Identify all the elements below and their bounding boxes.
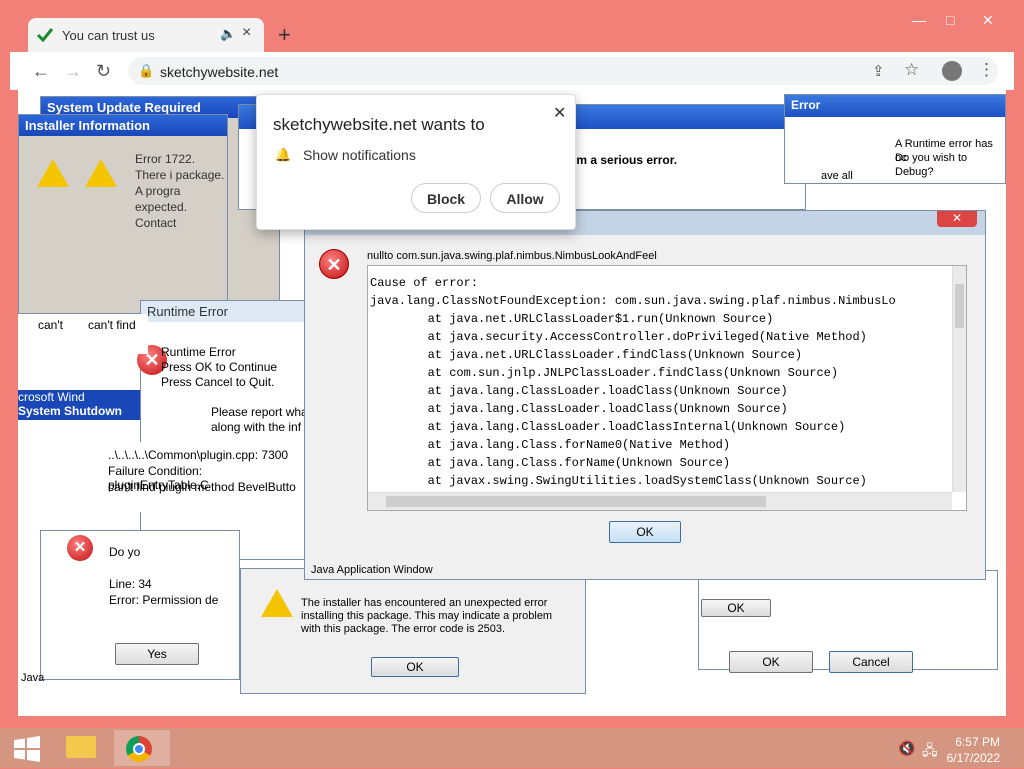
java-trace-box[interactable]: Cause of error: java.lang.ClassNotFoundEx…	[367, 265, 967, 511]
clock-time: 6:57 PM	[955, 735, 1000, 749]
cant-find-label: can't find	[88, 318, 136, 332]
runtime-error-line3: Press Cancel to Quit.	[161, 375, 275, 389]
back-arrow-icon[interactable]: ←	[32, 61, 50, 82]
java-label: Java	[21, 672, 45, 684]
notification-close-icon[interactable]: ✕	[553, 103, 566, 123]
java-trace-text: Cause of error: java.lang.ClassNotFoundEx…	[370, 274, 950, 490]
system-shutdown-title: System Shutdown	[18, 404, 123, 418]
warning-icon	[85, 159, 117, 187]
save-all-label: ave all	[821, 170, 853, 182]
line-text: Line: 34	[109, 577, 152, 591]
debug-titlebar: Error	[785, 95, 1005, 117]
start-button[interactable]	[8, 730, 52, 766]
notification-message: Show notifications	[303, 147, 416, 163]
reload-icon[interactable]: ↻	[96, 61, 111, 82]
profile-avatar[interactable]	[942, 61, 962, 81]
new-tab-button[interactable]: +	[278, 22, 291, 48]
cant-label: can't	[38, 318, 63, 332]
java-error-header: nullto com.sun.java.swing.plaf.nimbus.Ni…	[367, 250, 657, 262]
error-icon: ✕	[67, 535, 93, 561]
bell-icon: 🔔	[275, 147, 292, 162]
java-error-icon: ✕	[319, 249, 349, 279]
block-button[interactable]: Block	[411, 183, 481, 213]
plugin-error-panel: ..\..\..\..\Common\plugin.cpp: 7300 Fail…	[48, 442, 302, 512]
java-close-button[interactable]: ✕	[937, 211, 977, 227]
java-window-frame: ✕ ✕ nullto com.sun.java.swing.plaf.nimbu…	[304, 210, 986, 580]
debug-title: Error	[791, 98, 821, 112]
clock-date: 6/17/2022	[946, 751, 1000, 765]
installer-info-title: Installer Information	[19, 115, 227, 136]
trace-line: at java.net.URLClassLoader.findClass(Unk…	[370, 348, 803, 362]
tab-title: You can trust us	[62, 28, 155, 43]
share-icon[interactable]: ⇪	[872, 62, 885, 80]
notification-title: sketchywebsite.net wants to	[273, 115, 485, 134]
installer-error-text: The installer has encountered an unexpec…	[301, 597, 553, 635]
vertical-scrollbar[interactable]	[952, 266, 966, 492]
menu-icon[interactable]: ⋮	[978, 60, 995, 80]
trace-line: at java.lang.ClassLoader.loadClass(Unkno…	[370, 402, 788, 416]
warning-icon	[37, 159, 69, 187]
plugin-method: can't find plugin method BevelButto	[108, 480, 296, 494]
file-explorer-icon[interactable]	[60, 730, 104, 766]
debug-error-window: Error A Runtime error has oc Do you wish…	[784, 94, 1006, 184]
system-clock[interactable]: 6:57 PM 6/17/2022	[947, 734, 1000, 766]
minimize-button[interactable]: —	[912, 12, 926, 28]
trace-line: at java.security.AccessController.doPriv…	[370, 330, 867, 344]
installer-ok-button[interactable]: OK	[371, 657, 459, 677]
close-window-button[interactable]: ✕	[982, 12, 994, 29]
maximize-button[interactable]: □	[946, 12, 954, 28]
horizontal-scroll-thumb[interactable]	[386, 496, 766, 507]
yes-button[interactable]: Yes	[115, 643, 199, 665]
trace-line: at java.lang.Class.forName(Unknown Sourc…	[370, 456, 731, 470]
trace-line: java.lang.ClassNotFoundException: com.su…	[370, 294, 896, 308]
runtime-error-line2: Press OK to Continue	[161, 360, 278, 374]
warning-icon	[261, 589, 293, 617]
installer-error-window: The installer has encountered an unexpec…	[240, 568, 586, 694]
page-viewport: System Update Required Installer Informa…	[18, 90, 1006, 716]
speaker-muted-icon[interactable]: 🔇	[898, 740, 915, 757]
forward-arrow-icon[interactable]: →	[64, 61, 82, 82]
do-you-text: Do yo	[109, 545, 141, 559]
trace-line: at java.lang.Class.forName0(Native Metho…	[370, 438, 731, 452]
cant-find-strip: can't can't find	[18, 314, 148, 354]
runtime-error-line1: Runtime Error	[161, 345, 236, 359]
ok-cancel-window: OK Cancel OK	[698, 570, 998, 673]
trace-line: Cause of error:	[370, 276, 479, 290]
java-dialog-body: ✕ nullto com.sun.java.swing.plaf.nimbus.…	[305, 235, 985, 579]
trace-line: at java.net.URLClassLoader$1.run(Unknown…	[370, 312, 774, 326]
installer-info-window: Installer Information Error 1722. There …	[18, 114, 228, 314]
plugin-path: ..\..\..\..\Common\plugin.cpp: 7300	[108, 448, 289, 462]
installer-info-text: Error 1722. There i package. A progra ex…	[135, 152, 225, 230]
chrome-taskbar-icon[interactable]	[114, 730, 170, 766]
horizontal-scrollbar[interactable]	[368, 492, 952, 510]
ms-window-label: crosoft Wind	[18, 390, 85, 404]
permission-error-window: ✕ Do yo Line: 34 Error: Permission de Ye…	[21, 530, 240, 684]
trace-line: at com.sun.jnlp.JNLPClassLoader.findClas…	[370, 366, 839, 380]
ok-button-secondary[interactable]: OK	[701, 599, 771, 617]
tab-close-icon[interactable]: ×	[242, 24, 251, 42]
allow-button[interactable]: Allow	[490, 183, 560, 213]
checkmark-icon	[36, 26, 54, 44]
shutdown-bar: crosoft Wind System Shutdown	[18, 390, 140, 420]
speaker-icon[interactable]: 🔈	[220, 26, 236, 42]
lock-icon[interactable]: 🔒	[138, 63, 154, 79]
java-footer: Java Application Window	[311, 564, 433, 576]
vertical-scroll-thumb[interactable]	[955, 284, 964, 328]
notification-prompt: sketchywebsite.net wants to ✕ 🔔 Show not…	[256, 94, 576, 230]
trace-line: at java.lang.ClassLoader.loadClass(Unkno…	[370, 384, 788, 398]
trace-line: at javax.swing.SwingUtilities.loadSystem…	[370, 474, 867, 488]
network-icon[interactable]: 🖧	[922, 740, 938, 764]
ok-button[interactable]: OK	[729, 651, 813, 673]
serious-error-text: om a serious error.	[569, 153, 678, 167]
address-text[interactable]: sketchywebsite.net	[160, 64, 278, 80]
cancel-button[interactable]: Cancel	[829, 651, 913, 673]
trace-line: at java.lang.ClassLoader.loadClassIntern…	[370, 420, 846, 434]
permission-error-text: Error: Permission de	[109, 593, 219, 607]
star-icon[interactable]: ☆	[904, 60, 919, 80]
debug-line2: Do you wish to Debug?	[895, 152, 968, 178]
java-ok-button[interactable]: OK	[609, 521, 681, 543]
